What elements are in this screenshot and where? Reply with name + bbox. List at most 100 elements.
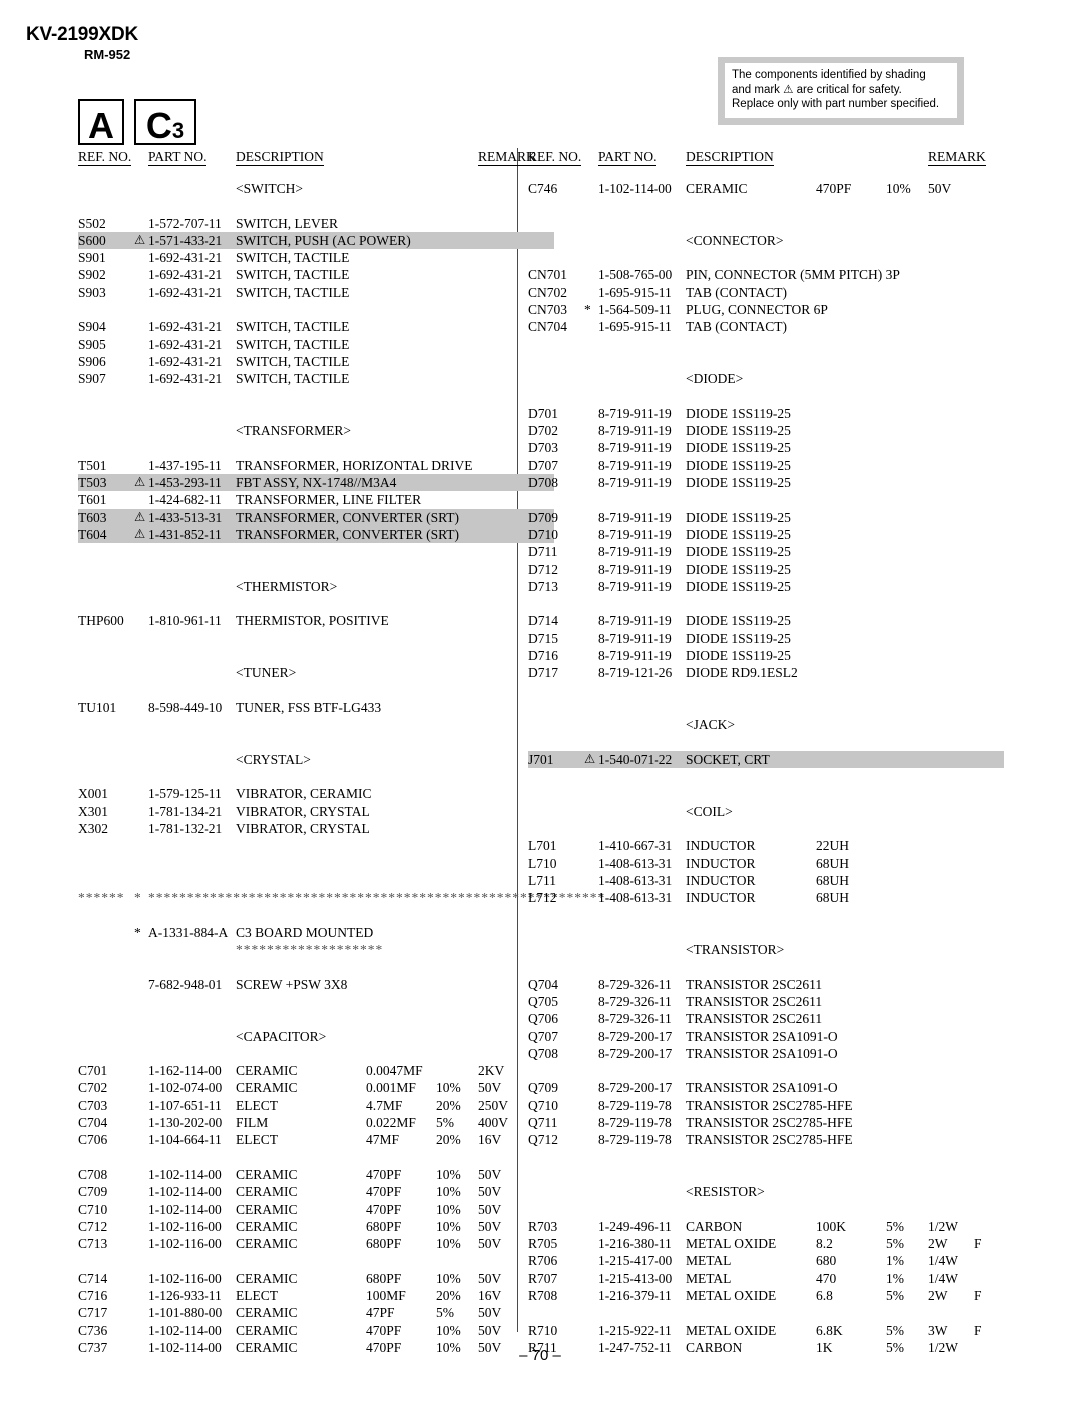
cell-part-no: 8-719-121-26 <box>598 665 673 681</box>
cell-remark <box>974 1079 1004 1096</box>
cell-rating <box>928 284 974 301</box>
safety-notice-line-2: and mark ⚠ are critical for safety. <box>732 83 902 96</box>
cell-rating <box>478 457 524 474</box>
cell-description: DIODE 1SS119-25 <box>686 613 791 629</box>
row-spacer <box>528 1166 1004 1183</box>
cell-value: 680PF <box>366 1270 402 1286</box>
row-spacer <box>528 491 1004 508</box>
page-title: KV-2199XDK <box>26 24 139 45</box>
table-row: S904 1-692-431-21 SWITCH, TACTILE <box>78 318 554 335</box>
cell-description: DIODE 1SS119-25 <box>686 423 791 439</box>
cell-ref-no: R710 <box>528 1322 558 1338</box>
safety-notice-line-3: Replace only with part number specified. <box>732 98 940 110</box>
cell-safety-mark <box>134 1235 148 1252</box>
cell-tolerance: 1% <box>886 1253 904 1269</box>
cell-rating: 50V <box>478 1080 502 1096</box>
table-row: Q711 8-729-119-78 TRANSISTOR 2SC2785-HFE <box>528 1114 1004 1131</box>
cell-value: 470PF <box>366 1184 402 1200</box>
cell-rating: 16V <box>478 1132 502 1148</box>
cell-ref-no: S904 <box>78 319 106 335</box>
table-row: T601 1-424-682-11 TRANSFORMER, LINE FILTER <box>78 491 554 508</box>
cell-ref-no: Q709 <box>528 1080 558 1096</box>
table-row: D709 8-719-911-19 DIODE 1SS119-25 <box>528 509 1004 526</box>
table-row-critical: S600 ⚠ 1-571-433-21 SWITCH, PUSH (AC POWER) <box>78 231 554 250</box>
cell-description: TRANSISTOR 2SA1091-O <box>686 1045 838 1061</box>
cell-rating <box>478 284 524 301</box>
row-spacer <box>528 1304 1004 1321</box>
cell-part-no: 1-408-613-31 <box>598 890 673 906</box>
cell-value <box>366 249 436 266</box>
cell-ref-no: CN701 <box>528 267 568 283</box>
cell-tolerance: 10% <box>436 1184 461 1200</box>
row-spacer <box>528 249 1004 266</box>
cell-rating: 50V <box>928 181 952 196</box>
cell-part-no: 1-781-134-21 <box>148 803 223 819</box>
cell-description: ELECT <box>236 1288 278 1303</box>
cell-tolerance <box>886 284 928 301</box>
cell-safety-mark: * <box>584 301 598 318</box>
cell-part-no: 1-102-114-00 <box>148 1322 222 1338</box>
cell-tolerance: 10% <box>436 1166 461 1182</box>
cell-remark <box>974 405 1004 422</box>
table-row: D702 8-719-911-19 DIODE 1SS119-25 <box>528 422 1004 439</box>
cell-value <box>816 474 886 491</box>
cell-safety-mark <box>584 526 598 543</box>
section-mark-spacer <box>584 803 598 820</box>
cell-value: 0.022MF <box>366 1115 416 1131</box>
cell-value: 470PF <box>366 1322 402 1338</box>
row-spacer <box>528 1201 1004 1218</box>
table-row: D714 8-719-911-19 DIODE 1SS119-25 <box>528 612 1004 629</box>
cell-safety-mark <box>584 837 598 854</box>
parts-column-right: REF. NO. PART NO. DESCRIPTION REMARK C74… <box>528 148 1004 1356</box>
cell-tolerance <box>436 370 478 387</box>
section-part-spacer <box>598 370 686 387</box>
cell-ref-no: C717 <box>78 1305 108 1321</box>
cell-rating <box>928 578 974 595</box>
table-row: D703 8-719-911-19 DIODE 1SS119-25 <box>528 439 1004 456</box>
section-mark-spacer <box>134 422 148 439</box>
cell-rating <box>478 699 524 716</box>
cell-description: DIODE 1SS119-25 <box>686 405 791 421</box>
cell-safety-mark <box>134 1322 148 1339</box>
cell-tolerance <box>886 526 928 543</box>
section-header-row: <JACK> <box>528 716 1004 733</box>
cell-remark <box>974 457 1004 474</box>
cell-remark <box>974 474 1004 491</box>
cell-tolerance <box>436 249 478 266</box>
section-part-spacer <box>598 941 686 958</box>
cell-safety-mark <box>584 561 598 578</box>
section-ref-spacer <box>78 751 134 768</box>
table-row: C712 1-102-116-00 CERAMIC 680PF 10% 50V <box>78 1218 554 1235</box>
cell-ref-no: X301 <box>78 803 108 819</box>
cell-rating <box>928 1028 974 1045</box>
cell-safety-mark <box>134 612 148 629</box>
remote-model-label: RM-952 <box>84 47 131 62</box>
cell-safety-mark <box>134 1166 148 1183</box>
warning-triangle-icon: ⚠ <box>134 526 146 541</box>
cell-ref-no: D714 <box>528 613 558 629</box>
cell-safety-mark <box>584 889 598 906</box>
cell-tolerance <box>886 1131 928 1148</box>
cell-part-no: 8-729-200-17 <box>598 1028 673 1044</box>
table-row: D707 8-719-911-19 DIODE 1SS119-25 <box>528 457 1004 474</box>
cell-rating <box>928 1131 974 1148</box>
cell-rating <box>928 855 974 872</box>
cell-ref-no: D712 <box>528 561 558 577</box>
section-part-spacer <box>148 1028 236 1045</box>
cell-rating: 50V <box>478 1305 502 1321</box>
board-mounted-underline-row: ******************* <box>78 941 554 958</box>
cell-description: CARBON <box>686 1218 743 1234</box>
header-cell-part-no: PART NO. <box>598 149 657 166</box>
row-spacer <box>528 820 1004 837</box>
cell-ref-no: L712 <box>528 890 557 906</box>
table-row: S907 1-692-431-21 SWITCH, TACTILE <box>78 370 554 387</box>
cell-ref-no: CN702 <box>528 284 568 300</box>
warning-triangle-icon: ⚠ <box>134 475 146 490</box>
cell-safety-mark <box>134 1183 148 1200</box>
cell-rating <box>478 370 524 387</box>
cell-ref-no: Q707 <box>528 1028 558 1044</box>
row-spacer <box>78 1010 554 1027</box>
table-row: C702 1-102-074-00 CERAMIC 0.001MF 10% 50V <box>78 1079 554 1096</box>
section-label: <TUNER> <box>236 665 297 681</box>
cell-rating: 50V <box>478 1322 502 1338</box>
